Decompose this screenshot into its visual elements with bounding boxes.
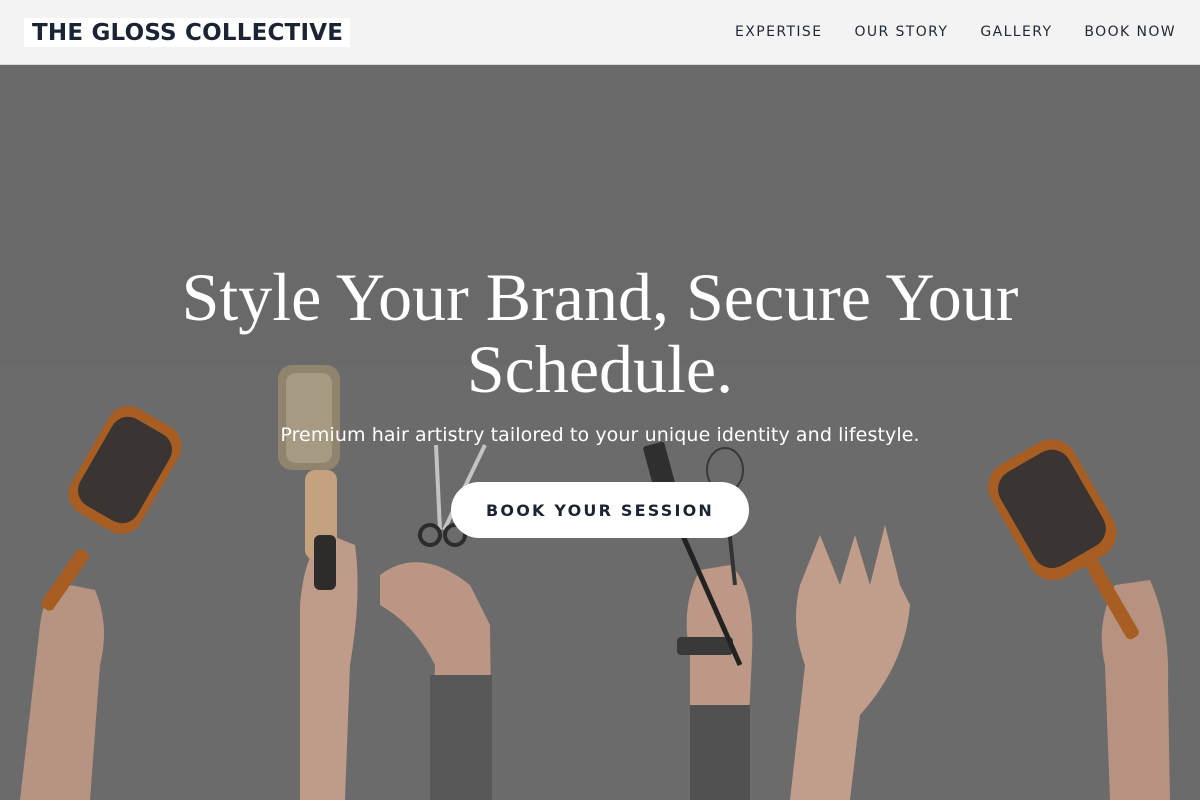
- site-header: THE GLOSS COLLECTIVE EXPERTISE OUR STORY…: [0, 0, 1200, 65]
- book-session-button[interactable]: BOOK YOUR SESSION: [451, 482, 749, 538]
- hero-title: Style Your Brand, Secure Your Schedule.: [181, 259, 1019, 407]
- nav-link-gallery[interactable]: GALLERY: [980, 24, 1052, 40]
- brand-logo[interactable]: THE GLOSS COLLECTIVE: [24, 17, 351, 47]
- hero-section: Style Your Brand, Secure Your Schedule. …: [0, 65, 1200, 800]
- nav-link-our-story[interactable]: OUR STORY: [854, 24, 948, 40]
- main-nav: EXPERTISE OUR STORY GALLERY BOOK NOW: [703, 24, 1176, 40]
- hero-subtitle: Premium hair artistry tailored to your u…: [280, 424, 920, 446]
- nav-link-book-now[interactable]: BOOK NOW: [1084, 24, 1176, 40]
- nav-link-expertise[interactable]: EXPERTISE: [735, 24, 822, 40]
- hero-content: Style Your Brand, Secure Your Schedule. …: [0, 65, 1200, 800]
